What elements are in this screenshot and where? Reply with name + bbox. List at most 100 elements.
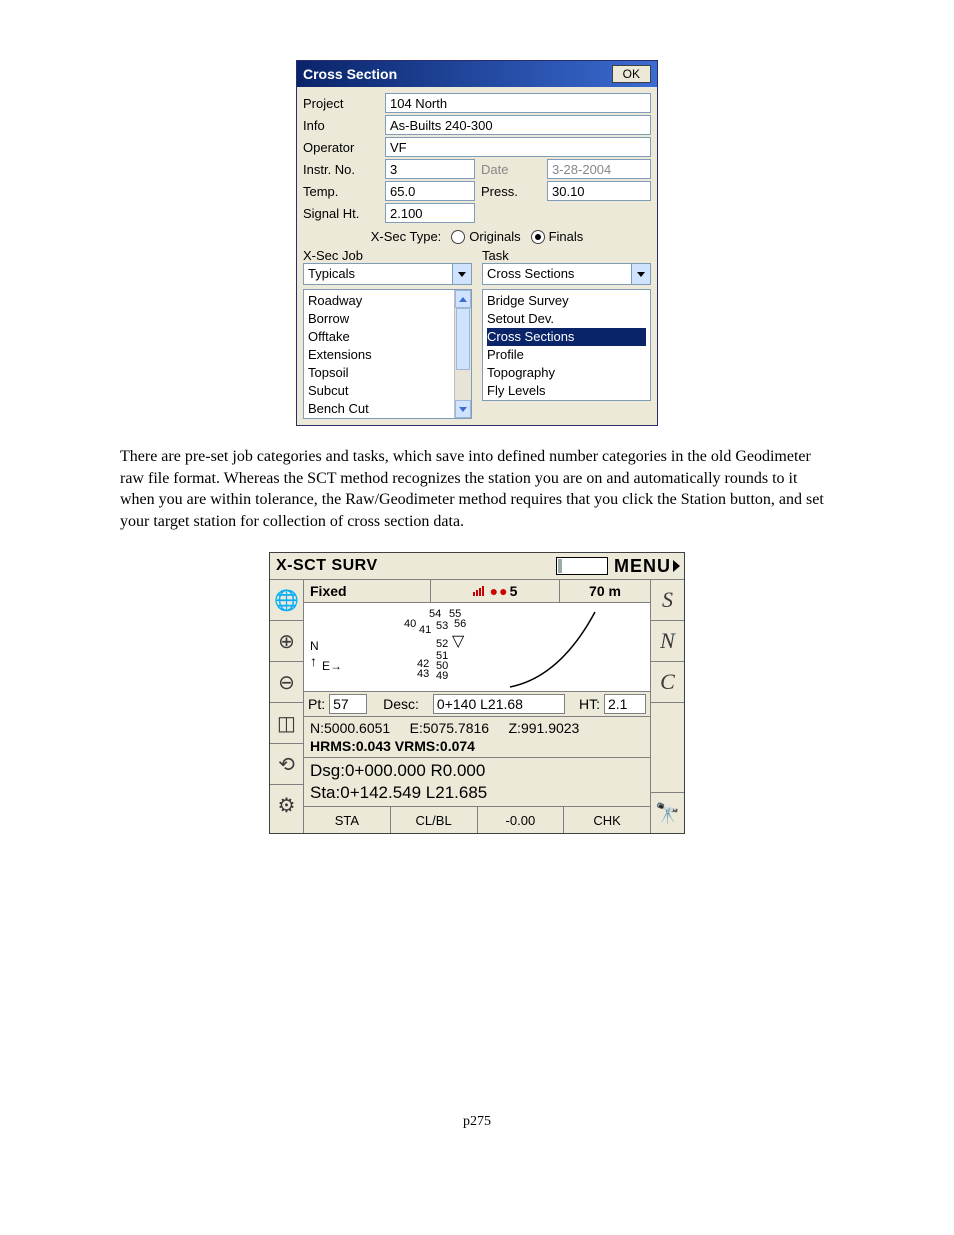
settings-icon[interactable]: ⚙ (270, 785, 303, 825)
offset-button[interactable]: -0.00 (478, 807, 565, 833)
date-label: Date (475, 162, 547, 177)
zoom-prev-icon[interactable]: ⟲ (270, 744, 303, 785)
list-item[interactable]: Roadway (308, 292, 450, 310)
radio-finals[interactable]: Finals (531, 229, 584, 244)
sta-button[interactable]: STA (304, 807, 391, 833)
rms-values: HRMS:0.043 VRMS:0.074 (310, 737, 644, 755)
alignment-curve (500, 607, 620, 691)
ok-button[interactable]: OK (612, 65, 651, 83)
list-item[interactable]: Subcut (308, 382, 450, 400)
chk-button[interactable]: CHK (564, 807, 650, 833)
cross-section-dialog: Cross Section OK Project 104 North Info … (296, 60, 658, 426)
list-item[interactable]: Extensions (308, 346, 450, 364)
globe-icon[interactable]: 🌐 (270, 580, 303, 621)
list-item[interactable]: Topsoil (308, 364, 450, 382)
page-number: p275 (120, 1114, 834, 1130)
axis-n-label: N (310, 639, 319, 653)
radio-icon (451, 230, 465, 244)
screen-title: X-SCT SURV (270, 557, 556, 575)
xsec-job-listbox[interactable]: RoadwayBorrowOfftakeExtensionsTopsoilSub… (303, 289, 472, 419)
battery-icon (556, 557, 608, 575)
axis-e-label: E→ (322, 659, 342, 673)
list-item[interactable]: Profile (487, 346, 646, 364)
task-listbox[interactable]: Bridge SurveySetout Dev.Cross SectionsPr… (482, 289, 651, 401)
info-input[interactable]: As-Builts 240-300 (385, 115, 651, 135)
chevron-down-icon[interactable] (631, 264, 650, 284)
scroll-down-icon[interactable] (455, 400, 471, 418)
desc-input[interactable]: 0+140 L21.68 (433, 694, 565, 714)
xsec-job-label: X-Sec Job (303, 248, 472, 263)
status-bar: Fixed ● ● 5 70 m (304, 580, 650, 603)
press-input[interactable]: 30.10 (547, 181, 651, 201)
c-button[interactable]: C (651, 662, 684, 703)
project-label: Project (303, 96, 385, 111)
coord-n: N:5000.6051 (310, 720, 390, 736)
xsec-type-group: X-Sec Type: Originals Finals (303, 225, 651, 246)
signal-ht-input[interactable]: 2.100 (385, 203, 475, 223)
info-label: Info (303, 118, 385, 133)
scroll-thumb[interactable] (456, 308, 470, 370)
menu-button[interactable]: MENU (612, 556, 684, 577)
coord-e: E:5075.7816 (410, 720, 489, 736)
title-bar: Cross Section OK (297, 61, 657, 87)
pt-input[interactable]: 57 (329, 694, 367, 714)
n-button[interactable]: N (651, 621, 684, 662)
chevron-down-icon[interactable] (452, 264, 471, 284)
zoom-out-icon[interactable]: ⊖ (270, 662, 303, 703)
clbl-button[interactable]: CL/BL (391, 807, 478, 833)
instr-no-label: Instr. No. (303, 162, 385, 177)
date-input: 3-28-2004 (547, 159, 651, 179)
range-value: 70 m (560, 580, 650, 602)
operator-label: Operator (303, 140, 385, 155)
dsg-sta-panel: Dsg:0+000.000 R0.000 Sta:0+142.549 L21.6… (304, 758, 650, 807)
body-text: There are pre-set job categories and tas… (120, 446, 834, 532)
list-item[interactable]: Borrow (308, 310, 450, 328)
list-item[interactable]: Offtake (308, 328, 450, 346)
spacer (651, 703, 684, 793)
scrollbar[interactable] (454, 290, 471, 418)
s-button[interactable]: S (651, 580, 684, 621)
dialog-title: Cross Section (303, 66, 397, 82)
list-item[interactable]: Topography (487, 364, 646, 382)
operator-input[interactable]: VF (385, 137, 651, 157)
press-label: Press. (475, 184, 547, 199)
project-input[interactable]: 104 North (385, 93, 651, 113)
fix-status: Fixed (304, 580, 431, 602)
xsct-title-bar: X-SCT SURV MENU (270, 553, 684, 580)
list-item[interactable]: Bridge Survey (487, 292, 646, 310)
ht-label: HT: (575, 696, 604, 712)
zoom-in-icon[interactable]: ⊕ (270, 621, 303, 662)
scroll-up-icon[interactable] (455, 290, 471, 308)
left-toolbar: 🌐 ⊕ ⊖ ◫ ⟲ ⚙ (270, 580, 304, 833)
ht-input[interactable]: 2.1 (604, 694, 646, 714)
xsec-job-combo[interactable]: Typicals (303, 263, 472, 285)
bottom-buttons: STA CL/BL -0.00 CHK (304, 807, 650, 833)
chevron-right-icon (673, 560, 680, 572)
dsg-value: Dsg:0+000.000 R0.000 (310, 760, 644, 782)
point-entry-row: Pt: 57 Desc: 0+140 L21.68 HT: 2.1 (304, 692, 650, 717)
sat-count: ● ● 5 (431, 580, 560, 602)
list-item[interactable]: Cross Sections (487, 328, 646, 346)
sta-value: Sta:0+142.549 L21.685 (310, 782, 644, 804)
cursor-icon: ▽ (452, 631, 464, 651)
north-arrow-icon: ↑ (310, 653, 317, 669)
desc-label: Desc: (379, 696, 423, 712)
coord-z: Z:991.9023 (509, 720, 580, 736)
task-label: Task (482, 248, 651, 263)
list-item[interactable]: Setout Dev. (487, 310, 646, 328)
map-view[interactable]: ↑ N E→ 54 55 40 41 53 56 52 51 42 43 (304, 603, 650, 692)
temp-label: Temp. (303, 184, 385, 199)
coords-panel: N:5000.6051 E:5075.7816 Z:991.9023 HRMS:… (304, 717, 650, 758)
zoom-window-icon[interactable]: ◫ (270, 703, 303, 744)
signal-ht-label: Signal Ht. (303, 206, 385, 221)
list-item[interactable]: Bench Cut (308, 400, 450, 418)
radio-originals[interactable]: Originals (451, 229, 520, 244)
list-item[interactable]: Fly Levels (487, 382, 646, 400)
binoculars-icon[interactable]: 🔭 (651, 793, 684, 833)
instr-no-input[interactable]: 3 (385, 159, 475, 179)
temp-input[interactable]: 65.0 (385, 181, 475, 201)
task-combo[interactable]: Cross Sections (482, 263, 651, 285)
xsct-surv-screen: X-SCT SURV MENU 🌐 ⊕ ⊖ ◫ ⟲ ⚙ Fixed (269, 552, 685, 834)
right-toolbar: S N C 🔭 (650, 580, 684, 833)
radio-icon (531, 230, 545, 244)
